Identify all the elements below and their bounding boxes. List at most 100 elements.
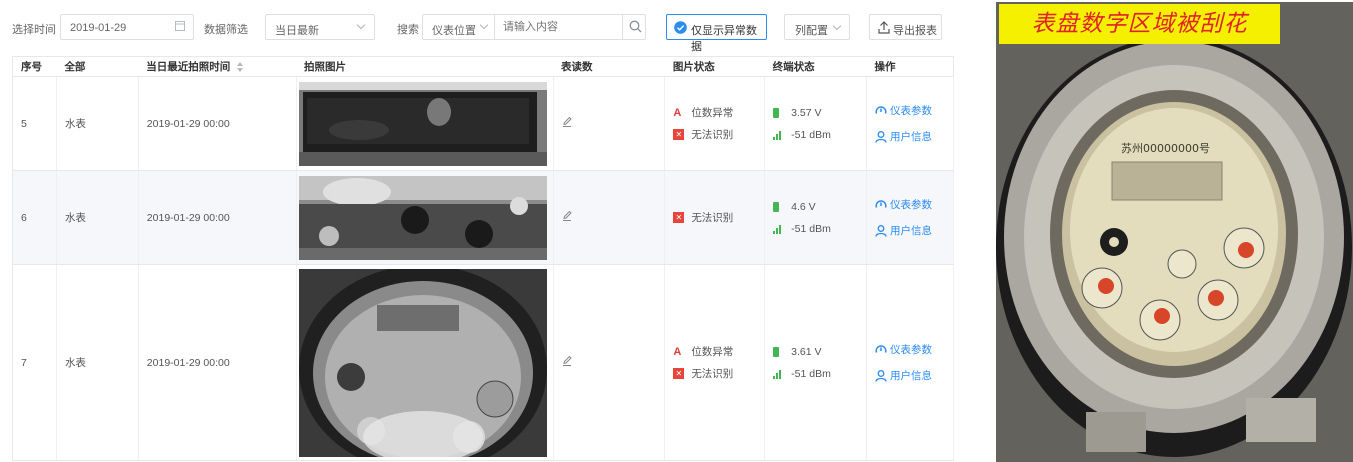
user-info-link[interactable]: 用户信息 <box>875 222 953 240</box>
voltage-value: 3.57 V <box>791 106 822 119</box>
meter-photo[interactable] <box>298 268 547 457</box>
column-config-button[interactable]: 列配置 <box>784 14 850 40</box>
row-actions: 仪表参数 用户信息 <box>866 264 954 461</box>
signal-value: -51 dBm <box>791 222 831 235</box>
col-header-time[interactable]: 当日最近拍照时间 <box>138 56 297 77</box>
row-image-status: ✕ 无法识别 <box>664 170 766 265</box>
filter-label: 数据筛选 <box>204 24 248 36</box>
gauge-icon <box>875 106 887 114</box>
search-input[interactable] <box>496 15 622 39</box>
column-config-label: 列配置 <box>795 25 828 37</box>
search-field-value: 仪表位置 <box>432 25 476 37</box>
calendar-icon <box>175 20 185 34</box>
battery-icon <box>773 346 780 357</box>
row-reading-cell <box>553 76 666 171</box>
col-header-index: 序号 <box>12 56 57 77</box>
row-time: 2019-01-29 00:00 <box>138 170 297 265</box>
chevron-down-icon <box>479 20 489 30</box>
meter-params-link[interactable]: 仪表参数 <box>875 102 953 120</box>
filter-select[interactable]: 当日最新 <box>265 14 375 40</box>
battery-icon <box>773 107 780 118</box>
row-type: 水表 <box>56 264 139 461</box>
col-header-reading: 表读数 <box>553 56 665 77</box>
row-actions: 仪表参数 用户信息 <box>866 76 954 171</box>
user-info-label: 用户信息 <box>890 225 933 237</box>
user-info-label: 用户信息 <box>890 370 933 382</box>
col-header-all[interactable]: 全部 <box>56 56 139 77</box>
digit-abnormal-icon: A <box>673 345 682 358</box>
chevron-down-icon <box>832 21 842 31</box>
edit-icon[interactable] <box>562 355 572 366</box>
unreadable-icon: ✕ <box>673 368 685 379</box>
filter-value: 当日最新 <box>275 25 319 37</box>
voltage-value: 3.61 V <box>791 345 822 358</box>
search-button[interactable] <box>622 15 646 39</box>
gauge-icon <box>875 200 887 208</box>
toolbar: 选择时间 2019-01-29 数据筛选 当日最新 搜索 仪表位置 仅显示异 <box>0 0 958 56</box>
status-unreadable: 无法识别 <box>691 212 734 224</box>
search-group: 仪表位置 <box>422 14 646 40</box>
table-header-row: 序号 全部 当日最近拍照时间 拍照图片 表读数 图片状态 终端状态 操作 <box>12 56 954 77</box>
status-digit-abnormal: 位数异常 <box>691 107 734 119</box>
meter-params-label: 仪表参数 <box>890 105 933 117</box>
date-picker[interactable]: 2019-01-29 <box>60 14 194 40</box>
search-label: 搜索 <box>397 24 419 36</box>
sort-icon[interactable] <box>237 62 244 73</box>
signal-icon <box>773 224 787 234</box>
user-info-link[interactable]: 用户信息 <box>875 128 953 146</box>
row-image-status: A 位数异常 ✕ 无法识别 <box>664 76 766 171</box>
chevron-down-icon <box>356 20 366 30</box>
meter-params-link[interactable]: 仪表参数 <box>875 341 953 359</box>
row-photo-cell <box>296 264 554 461</box>
edit-icon[interactable] <box>562 210 572 221</box>
battery-icon <box>773 201 780 212</box>
row-type: 水表 <box>56 76 139 171</box>
photo-caption: 表盘数字区域被刮花 <box>999 4 1280 44</box>
status-unreadable: 无法识别 <box>691 368 734 380</box>
meter-params-link[interactable]: 仪表参数 <box>875 196 953 214</box>
meter-list-panel: 选择时间 2019-01-29 数据筛选 当日最新 搜索 仪表位置 仅显示异 <box>0 0 958 462</box>
row-time: 2019-01-29 00:00 <box>138 76 297 171</box>
edit-icon[interactable] <box>562 116 572 127</box>
meter-photo[interactable] <box>298 175 547 260</box>
row-type: 水表 <box>56 170 139 265</box>
row-index: 6 <box>12 170 57 265</box>
status-unreadable: 无法识别 <box>691 129 734 141</box>
meter-params-label: 仪表参数 <box>890 199 933 211</box>
unreadable-icon: ✕ <box>673 212 685 223</box>
row-actions: 仪表参数 用户信息 <box>866 170 954 265</box>
signal-icon <box>773 369 787 379</box>
row-image-status: A 位数异常 ✕ 无法识别 <box>664 264 766 461</box>
meter-table: 序号 全部 当日最近拍照时间 拍照图片 表读数 图片状态 终端状态 操作 5 水… <box>12 56 954 461</box>
voltage-value: 4.6 V <box>791 200 816 213</box>
user-info-label: 用户信息 <box>890 131 933 143</box>
row-index: 5 <box>12 76 57 171</box>
user-icon <box>875 130 887 143</box>
digit-abnormal-icon: A <box>673 106 682 119</box>
search-icon <box>629 20 642 33</box>
meter-serial-text: 苏州00000000号 <box>1121 142 1210 155</box>
status-digit-abnormal: 位数异常 <box>691 346 734 358</box>
user-icon <box>875 224 887 237</box>
meter-closeup-photo: 苏州00000000号 <box>996 2 1353 462</box>
check-circle-icon <box>674 21 687 34</box>
row-reading-cell <box>553 170 666 265</box>
user-info-link[interactable]: 用户信息 <box>875 367 953 385</box>
abnormal-only-toggle[interactable]: 仅显示异常数据 <box>666 14 767 53</box>
date-label: 选择时间 <box>12 24 56 36</box>
col-header-actions: 操作 <box>866 56 954 77</box>
meter-photo[interactable] <box>298 81 547 166</box>
search-field-select[interactable]: 仪表位置 <box>423 15 495 39</box>
table-row: 5 水表 2019-01-29 00:00 A 位数异常 ✕ 无法识别 3.57… <box>12 76 954 171</box>
signal-icon <box>773 130 787 140</box>
signal-value: -51 dBm <box>791 367 831 380</box>
export-report-button[interactable]: 导出报表 <box>869 14 942 40</box>
row-photo-cell <box>296 76 554 171</box>
user-icon <box>875 369 887 382</box>
row-terminal-status: 4.6 V -51 dBm <box>764 170 868 265</box>
row-index: 7 <box>12 264 57 461</box>
row-terminal-status: 3.61 V -51 dBm <box>764 264 868 461</box>
col-header-time-label: 当日最近拍照时间 <box>146 61 231 73</box>
col-header-image-status: 图片状态 <box>664 56 765 77</box>
date-value: 2019-01-29 <box>70 22 127 34</box>
